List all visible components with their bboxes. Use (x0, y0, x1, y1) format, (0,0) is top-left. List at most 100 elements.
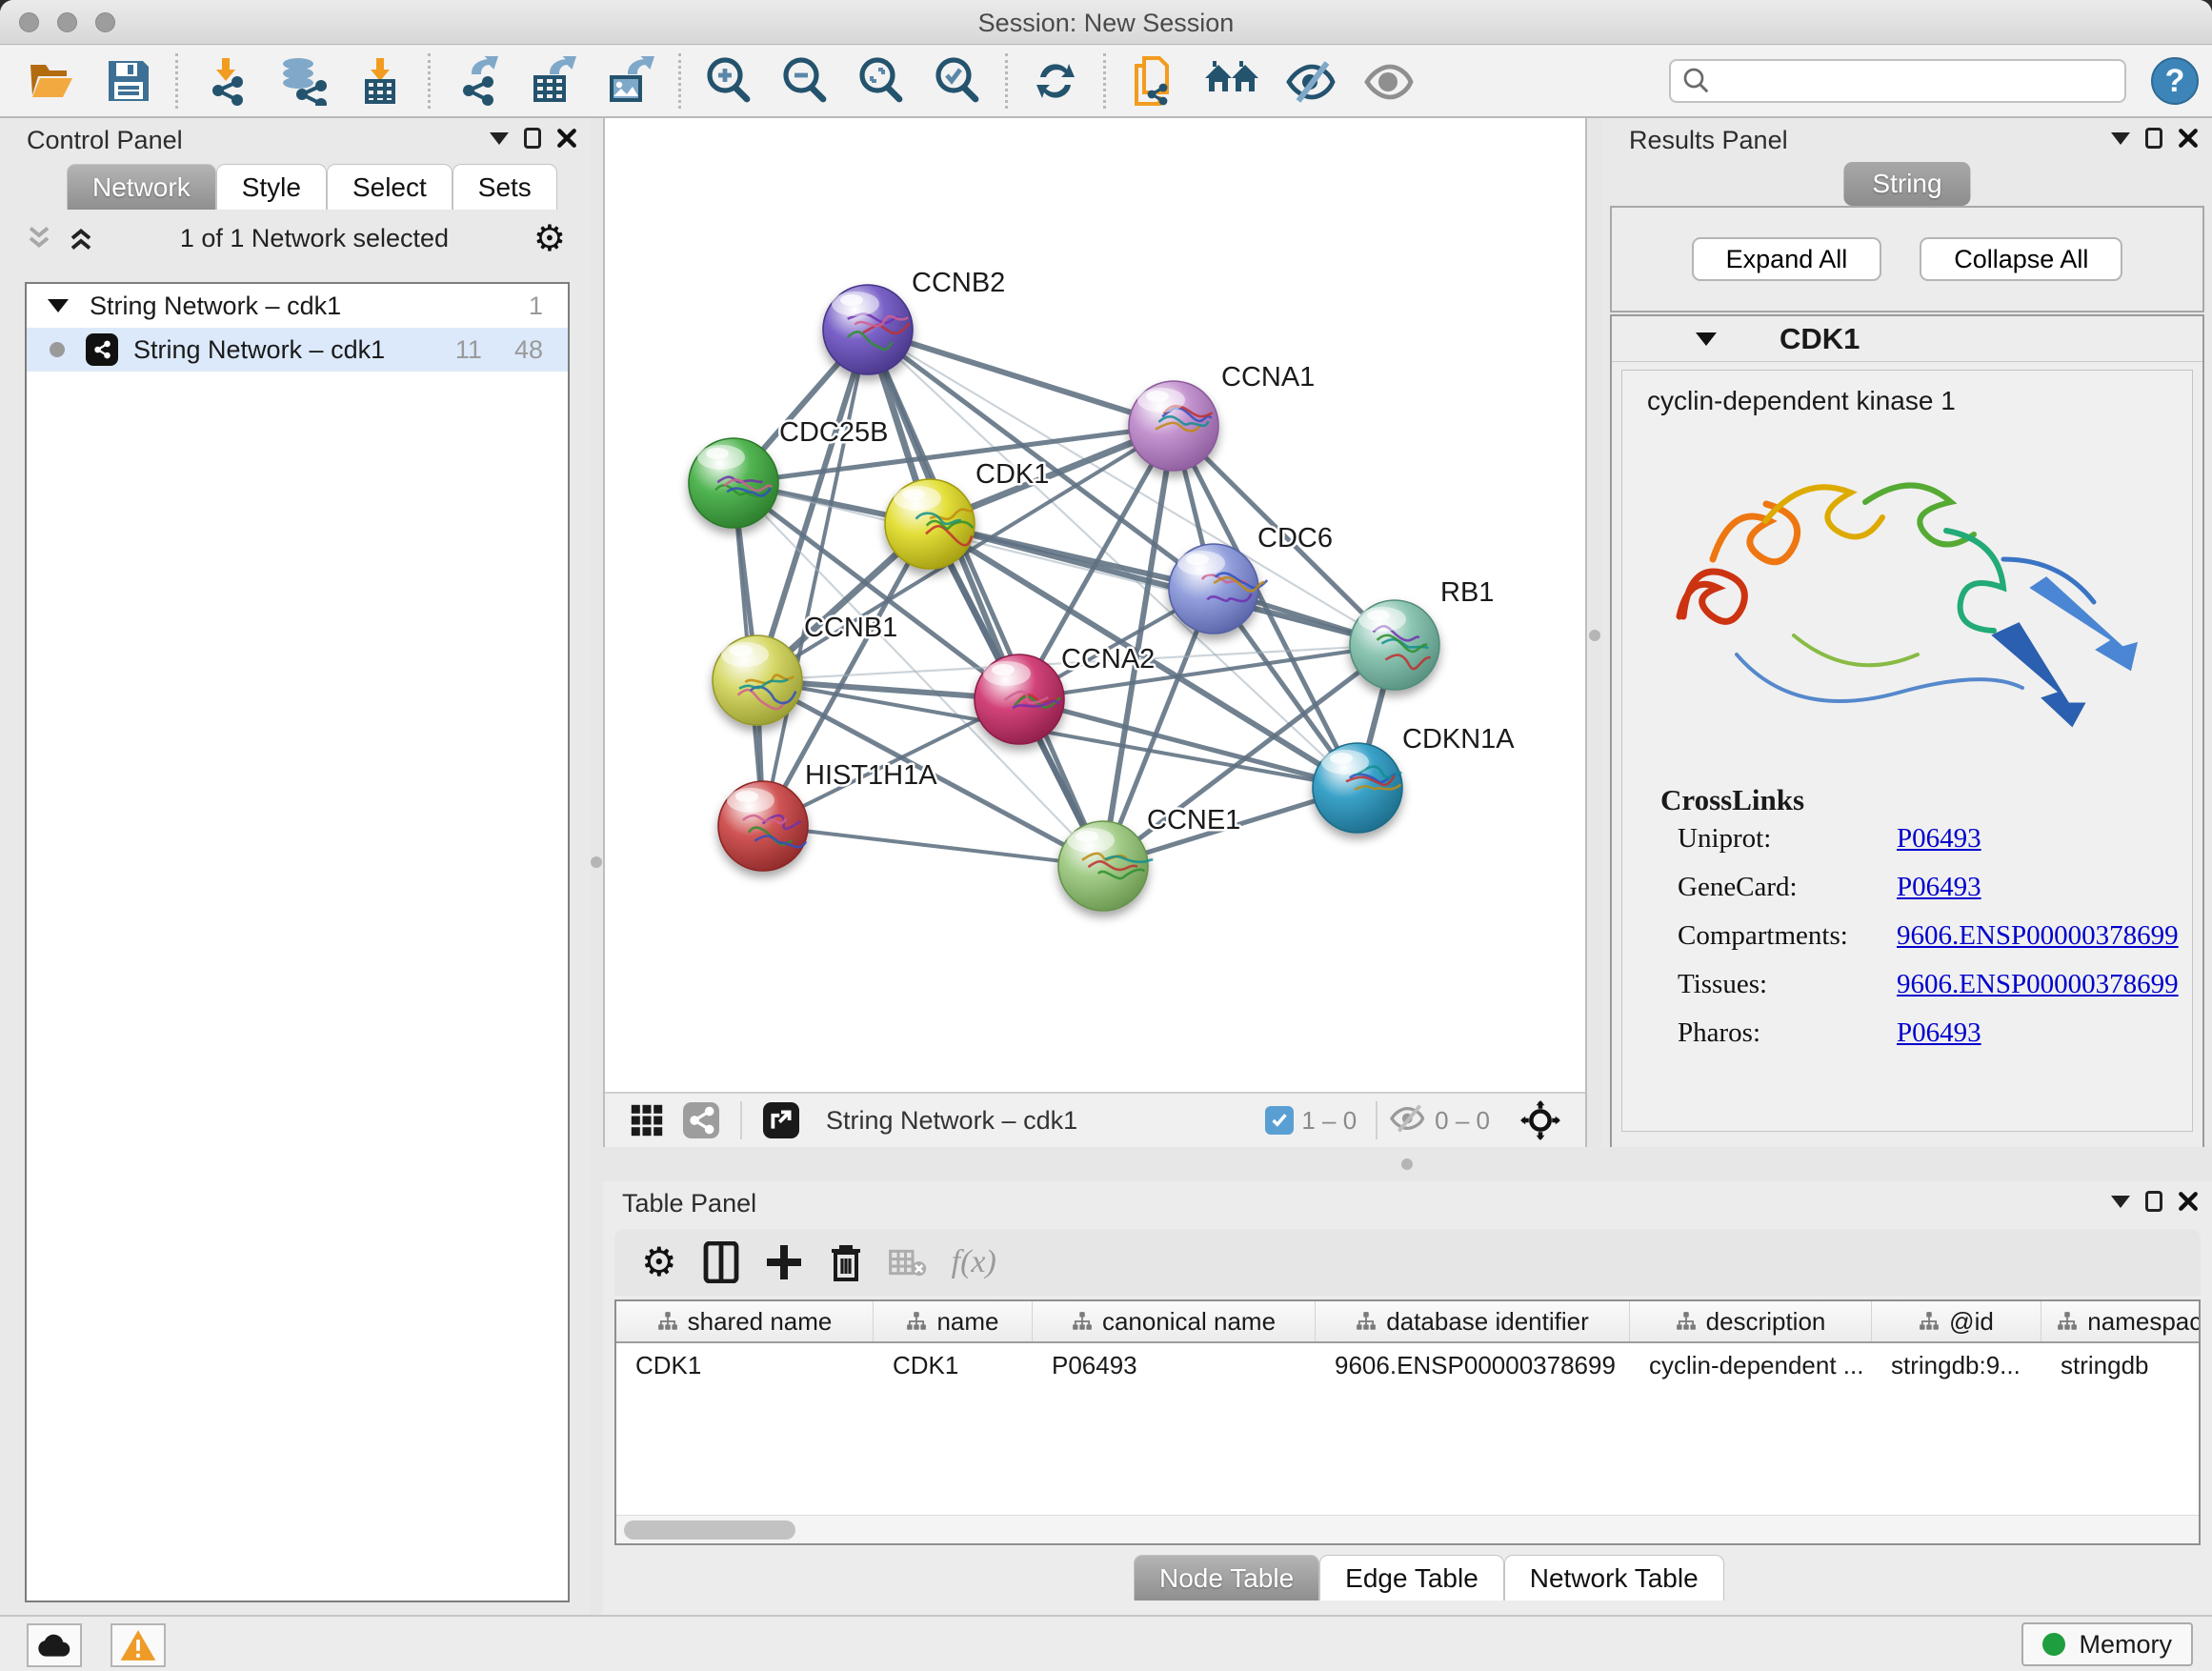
column-header-namespace[interactable]: namespace (2041, 1301, 2201, 1341)
edge-CCNB2-HIST1H1A[interactable] (763, 330, 868, 826)
hide-selected-button[interactable] (1272, 50, 1350, 111)
tab-style[interactable]: Style (216, 164, 327, 210)
home-button[interactable] (1192, 50, 1272, 111)
section-expand-icon[interactable] (1696, 332, 1717, 346)
tab-edge-table[interactable]: Edge Table (1319, 1555, 1504, 1601)
network-view[interactable]: CCNB2CCNA1CDC25BCDK1CDC6RB1CCNB1CCNA2CDK… (603, 118, 1587, 1147)
splitter-handle[interactable] (591, 856, 602, 868)
node-RB1[interactable] (1350, 600, 1439, 690)
node-CDKN1A[interactable] (1313, 743, 1402, 833)
search-input[interactable] (1720, 66, 2113, 97)
column-header-canonical-name[interactable]: canonical name (1033, 1301, 1316, 1341)
tab-network-table[interactable]: Network Table (1504, 1555, 1724, 1601)
export-table-button[interactable] (516, 50, 593, 111)
grid-view-icon[interactable] (620, 1103, 674, 1137)
tab-string[interactable]: String (1843, 162, 1970, 206)
node-CDK1[interactable] (885, 479, 975, 569)
collapse-all-icon[interactable] (25, 224, 53, 252)
zoom-selected-button[interactable] (919, 50, 995, 111)
apply-function-icon[interactable]: f(x) (942, 1244, 1006, 1280)
crosslink-link[interactable]: P06493 (1897, 823, 1981, 855)
fit-selected-crosshair-icon[interactable] (1511, 1100, 1570, 1140)
open-in-new-window-icon[interactable] (754, 1102, 809, 1138)
zoom-fit-button[interactable] (843, 50, 919, 111)
memory-button[interactable]: Memory (2021, 1622, 2193, 1666)
panel-menu-icon[interactable] (2111, 1196, 2130, 1208)
zoom-out-button[interactable] (767, 50, 843, 111)
right-splitter[interactable] (1587, 118, 1602, 1181)
warnings-button[interactable] (111, 1623, 166, 1667)
node-details-header[interactable]: CDK1 (1612, 316, 2202, 362)
node-CCNA2[interactable] (975, 654, 1064, 744)
float-panel-icon[interactable] (524, 128, 541, 149)
edge-CCNB2-CCNA1[interactable] (868, 330, 1174, 426)
show-columns-icon[interactable] (693, 1241, 750, 1283)
float-panel-icon[interactable] (2145, 1191, 2162, 1212)
table-options-gear-icon[interactable]: ⚙ (632, 1242, 687, 1282)
import-network-button[interactable] (188, 50, 264, 111)
close-panel-icon[interactable] (2178, 1191, 2199, 1212)
network-collection-row[interactable]: String Network – cdk1 1 (27, 284, 568, 328)
crosslink-link[interactable]: 9606.ENSP00000378699 (1897, 920, 2179, 952)
network-share-view-icon[interactable] (674, 1102, 729, 1138)
help-button[interactable]: ? (2151, 57, 2199, 105)
table-panel-title: Table Panel (622, 1189, 756, 1218)
crosslink-link[interactable]: P06493 (1897, 872, 1981, 903)
delete-column-trash-icon[interactable] (818, 1241, 874, 1283)
crosslink-link[interactable]: P06493 (1897, 1017, 1981, 1049)
network-row[interactable]: String Network – cdk1 11 48 (27, 328, 568, 372)
tab-network[interactable]: Network (67, 164, 216, 210)
column-header-database-identifier[interactable]: database identifier (1316, 1301, 1630, 1341)
delete-table-icon[interactable] (879, 1246, 936, 1278)
node-CCNB2[interactable] (823, 285, 913, 374)
table-cell: P06493 (1033, 1343, 1316, 1387)
node-HIST1H1A[interactable] (718, 781, 808, 871)
close-panel-icon[interactable] (556, 128, 577, 149)
toolbar-separator (1005, 53, 1008, 109)
splitter-handle[interactable] (1589, 630, 1600, 641)
node-CDC6[interactable] (1169, 544, 1267, 634)
import-table-button[interactable] (342, 50, 418, 111)
column-header-description[interactable]: description (1630, 1301, 1872, 1341)
collection-expand-icon[interactable] (48, 299, 69, 312)
cloud-status-button[interactable] (27, 1623, 82, 1667)
collapse-all-button[interactable]: Collapse All (1920, 237, 2122, 281)
network-options-gear-icon[interactable]: ⚙ (533, 220, 566, 256)
add-column-icon[interactable] (755, 1241, 813, 1283)
panel-menu-icon[interactable] (490, 132, 509, 145)
table-row[interactable]: CDK1CDK1P064939606.ENSP00000378699cyclin… (616, 1343, 2199, 1387)
scrollbar-thumb[interactable] (624, 1520, 795, 1540)
column-header--id[interactable]: @id (1872, 1301, 2041, 1341)
expand-all-icon[interactable] (67, 224, 95, 252)
tab-select[interactable]: Select (327, 164, 452, 210)
tab-node-table[interactable]: Node Table (1134, 1555, 1319, 1601)
show-all-button[interactable] (1350, 50, 1428, 111)
export-image-button[interactable] (593, 50, 669, 111)
refresh-button[interactable] (1017, 50, 1094, 111)
table-cell: CDK1 (874, 1343, 1033, 1387)
zoom-in-button[interactable] (691, 50, 767, 111)
expand-all-button[interactable]: Expand All (1692, 237, 1882, 281)
import-database-button[interactable] (264, 50, 342, 111)
edge-HIST1H1A-CCNE1[interactable] (763, 826, 1103, 866)
float-panel-icon[interactable] (2145, 128, 2162, 149)
copy-network-button[interactable] (1116, 50, 1192, 111)
column-header-name[interactable]: name (874, 1301, 1033, 1341)
crosslink-link[interactable]: 9606.ENSP00000378699 (1897, 969, 2179, 1000)
panel-menu-icon[interactable] (2111, 132, 2130, 145)
close-panel-icon[interactable] (2178, 128, 2199, 149)
export-network-button[interactable] (440, 50, 516, 111)
splitter-handle[interactable] (1401, 1158, 1413, 1170)
selected-count-checkbox[interactable] (1265, 1106, 1294, 1135)
save-session-button[interactable] (91, 50, 166, 111)
network-svg[interactable]: CCNB2CCNA1CDC25BCDK1CDC6RB1CCNB1CCNA2CDK… (605, 118, 1585, 1090)
node-CCNE1[interactable] (1058, 821, 1153, 911)
node-CDC25B[interactable] (689, 438, 778, 528)
node-CCNA1[interactable] (1129, 381, 1218, 471)
node-CCNB1[interactable] (713, 635, 802, 725)
node-label-CCNE1: CCNE1 (1147, 805, 1240, 836)
open-session-button[interactable] (13, 50, 91, 111)
table-horizontal-scrollbar[interactable] (616, 1515, 2199, 1543)
tab-sets[interactable]: Sets (452, 164, 557, 210)
column-header-shared-name[interactable]: shared name (616, 1301, 874, 1341)
